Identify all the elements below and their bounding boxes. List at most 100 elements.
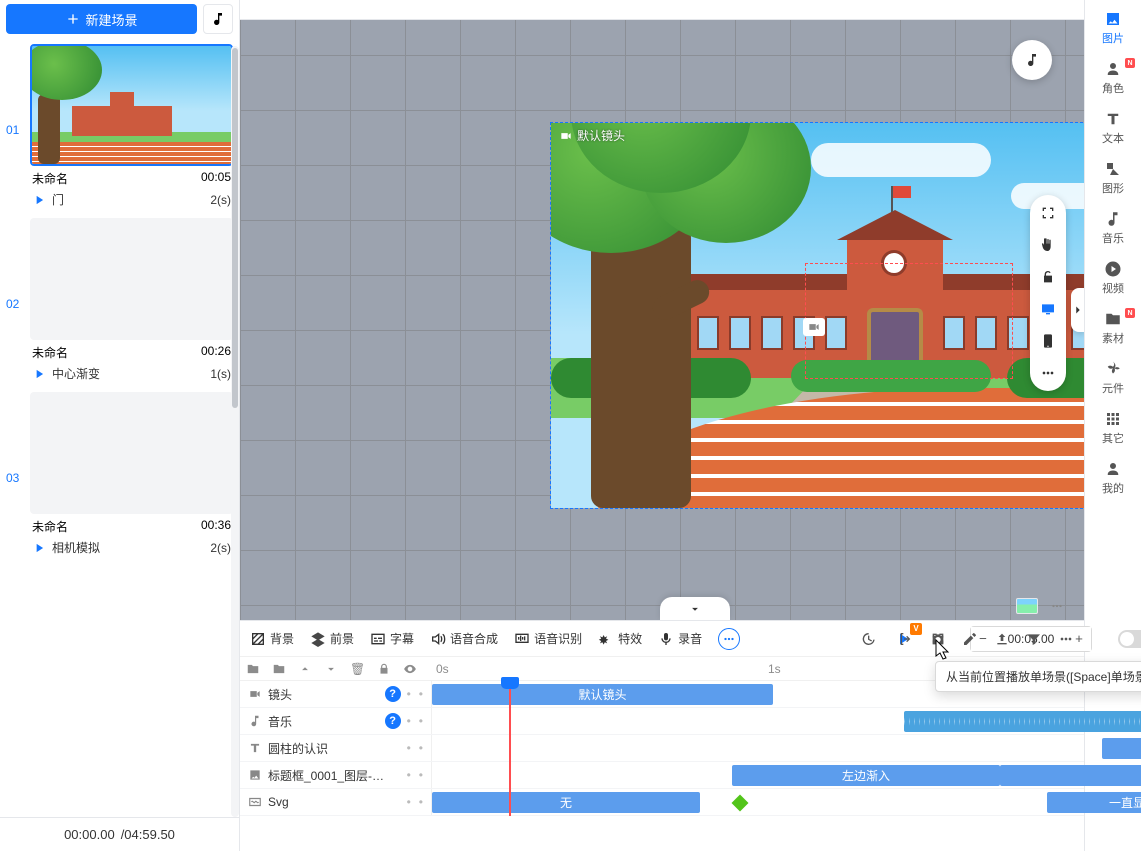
- canvas-frame[interactable]: 默认镜头: [550, 122, 1084, 509]
- screen-tool[interactable]: [1040, 301, 1056, 317]
- transition-name: 中心渐变: [52, 365, 100, 382]
- transition-name: 门: [52, 191, 64, 208]
- play-icon[interactable]: [32, 541, 46, 555]
- music-icon: [1024, 52, 1040, 68]
- scene-thumb[interactable]: [30, 392, 233, 514]
- rs-label: 角色: [1102, 80, 1124, 96]
- more-tool[interactable]: [1040, 365, 1056, 381]
- scene-item[interactable]: 01 未命名 00:05 门 2(s): [0, 42, 239, 216]
- scene-name: 未命名: [32, 344, 68, 361]
- rs-mine[interactable]: 我的: [1085, 454, 1141, 504]
- rs-label: 素材: [1102, 330, 1124, 346]
- track-lane[interactable]: [432, 708, 1084, 734]
- timeline-clip[interactable]: 一直显示: [1047, 792, 1141, 813]
- scene-list[interactable]: 01 未命名 00:05 门 2(s) 02: [0, 42, 239, 817]
- chevron-down-icon: [688, 602, 702, 616]
- focus-tool[interactable]: [1040, 205, 1056, 221]
- tab-asr[interactable]: 语音识别: [514, 630, 582, 647]
- help-icon[interactable]: ?: [385, 713, 401, 729]
- rs-shape[interactable]: 图形: [1085, 154, 1141, 204]
- rs-video[interactable]: 视频: [1085, 254, 1141, 304]
- filter-button[interactable]: [1026, 631, 1042, 647]
- unlock-tool[interactable]: [1040, 269, 1056, 285]
- tab-foreground[interactable]: 前景: [310, 630, 354, 647]
- keyframe-icon[interactable]: [732, 795, 749, 812]
- play-icon[interactable]: [32, 193, 46, 207]
- more-button[interactable]: [1058, 631, 1074, 647]
- add-folder2-icon[interactable]: [272, 662, 286, 676]
- lock-icon[interactable]: [377, 662, 391, 676]
- hand-tool[interactable]: [1040, 237, 1056, 253]
- tab-background[interactable]: 背景: [250, 630, 294, 647]
- eye-icon[interactable]: [403, 662, 417, 676]
- add-folder-icon[interactable]: [246, 662, 260, 676]
- rs-image[interactable]: 图片: [1085, 4, 1141, 54]
- toggle-switch[interactable]: [1118, 630, 1141, 648]
- mini-preview-menu-icon[interactable]: [1050, 599, 1064, 613]
- rs-text[interactable]: 文本: [1085, 104, 1141, 154]
- scene-panel: 新建场景 01 未命名 00:05 门: [0, 0, 240, 851]
- scene-thumb[interactable]: [30, 218, 233, 340]
- other-icon: [1104, 410, 1122, 428]
- export-button[interactable]: [994, 631, 1010, 647]
- rs-comp[interactable]: 元件: [1085, 354, 1141, 404]
- right-panel-toggle[interactable]: [1071, 288, 1084, 332]
- timeline-tracks[interactable]: 镜头 ? •• 默认镜头 音乐 ? •• 圆柱的认识 •• 上下进入: [240, 681, 1084, 816]
- tab-record[interactable]: 录音: [658, 630, 702, 647]
- selection-box[interactable]: [805, 263, 1013, 379]
- snapshot-button[interactable]: [930, 631, 946, 647]
- timeline-clip[interactable]: 底部手指点击: [1000, 765, 1141, 786]
- help-icon[interactable]: ?: [385, 686, 401, 702]
- new-scene-button[interactable]: 新建场景: [6, 4, 197, 34]
- image-icon: [248, 768, 262, 782]
- camera-handle-icon[interactable]: [803, 318, 825, 336]
- rs-other[interactable]: 其它: [1085, 404, 1141, 454]
- tab-fx[interactable]: 特效: [598, 630, 642, 647]
- up-icon[interactable]: [298, 662, 312, 676]
- playhead[interactable]: [509, 681, 511, 816]
- down-icon[interactable]: [324, 662, 338, 676]
- rs-music[interactable]: 音乐: [1085, 204, 1141, 254]
- timeline-clip[interactable]: 默认镜头: [432, 684, 773, 705]
- history-button[interactable]: [860, 631, 876, 647]
- timeline-clip[interactable]: [904, 711, 1141, 732]
- time-display: 00:00.00 /04:59.50: [0, 817, 239, 851]
- rs-label: 其它: [1102, 430, 1124, 446]
- track-head[interactable]: 标题框_0001_图层-… ••: [240, 762, 432, 788]
- bracket-in-button[interactable]: [898, 631, 914, 647]
- bottom-panel-toggle[interactable]: [660, 597, 730, 620]
- music-icon: [248, 714, 262, 728]
- track-lane[interactable]: 左边渐入底部手指点击: [432, 762, 1084, 788]
- track-head[interactable]: Svg ••: [240, 789, 432, 815]
- track-head[interactable]: 音乐 ? ••: [240, 708, 432, 734]
- canvas-area[interactable]: 默认镜头: [240, 0, 1084, 620]
- mini-preview-thumb[interactable]: [1016, 598, 1038, 614]
- timeline-clip[interactable]: 无: [432, 792, 700, 813]
- scene-thumb[interactable]: [30, 44, 233, 166]
- scene-item[interactable]: 03 未命名 00:36 相机模拟 2(s): [0, 390, 239, 564]
- edit-button[interactable]: [962, 631, 978, 647]
- plus-icon: [65, 11, 81, 27]
- mini-preview: [1016, 598, 1064, 614]
- track-lane[interactable]: 无一直显示: [432, 789, 1084, 815]
- track-head[interactable]: 圆柱的认识 ••: [240, 735, 432, 761]
- scene-item[interactable]: 02 未命名 00:26 中心渐变 1(s): [0, 216, 239, 390]
- tab-more[interactable]: [718, 628, 740, 650]
- rs-label: 元件: [1102, 380, 1124, 396]
- tab-subtitle[interactable]: 字幕: [370, 630, 414, 647]
- scene-scrollbar[interactable]: [231, 46, 239, 817]
- timeline-clip[interactable]: 上下进入: [1102, 738, 1141, 759]
- music-fab-button[interactable]: [1012, 40, 1052, 80]
- rs-asset[interactable]: N 素材: [1085, 304, 1141, 354]
- phone-tool[interactable]: [1040, 333, 1056, 349]
- play-icon[interactable]: [32, 367, 46, 381]
- new-scene-label: 新建场景: [85, 10, 137, 29]
- timeline-clip[interactable]: 左边渐入: [732, 765, 1000, 786]
- track-head[interactable]: 镜头 ? ••: [240, 681, 432, 707]
- canvas-vertical-toolbar: [1030, 195, 1066, 391]
- track-lane[interactable]: 上下进入: [432, 735, 1084, 761]
- delete-icon[interactable]: 🗑: [350, 662, 365, 676]
- scene-music-button[interactable]: [203, 4, 233, 34]
- rs-role[interactable]: N 角色: [1085, 54, 1141, 104]
- tab-tts[interactable]: 语音合成: [430, 630, 498, 647]
